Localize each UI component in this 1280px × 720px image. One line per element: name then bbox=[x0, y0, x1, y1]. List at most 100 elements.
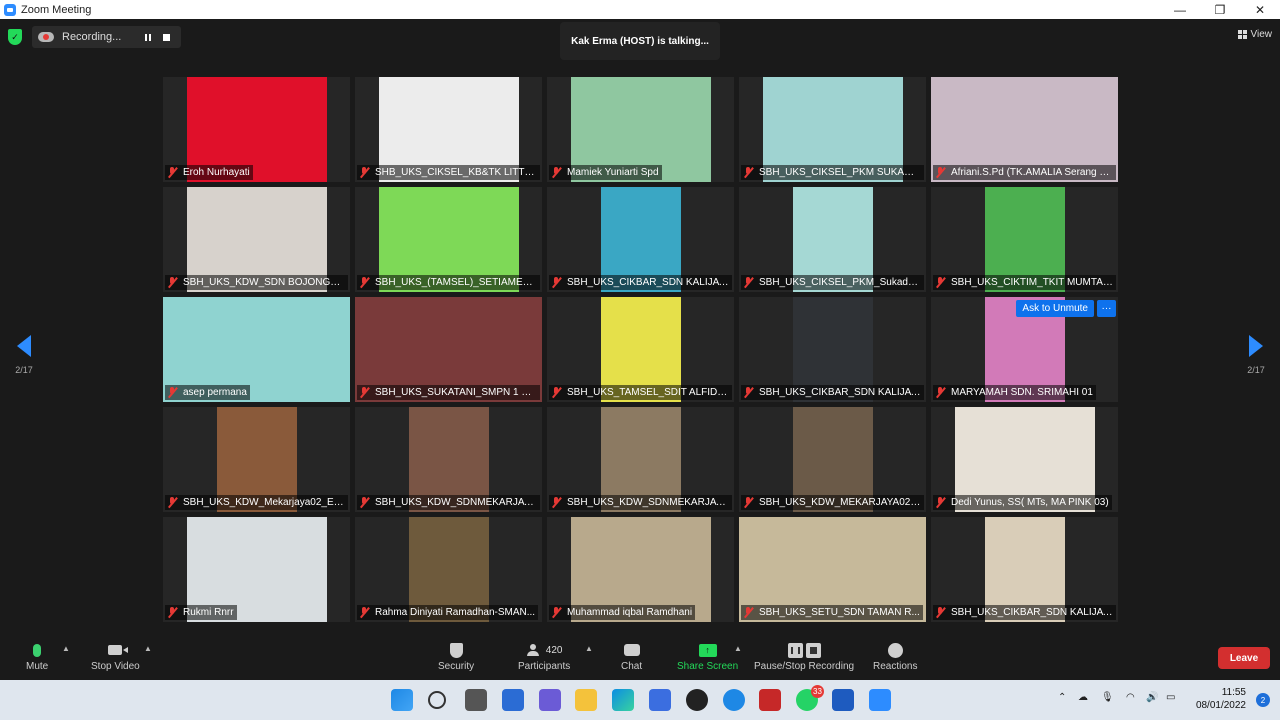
participant-tile[interactable]: Afriani.S.Pd (TK.AMALIA Serang Ba... bbox=[931, 77, 1118, 182]
participant-tile[interactable]: Muhammad iqbal Ramdhani bbox=[547, 517, 734, 622]
ask-to-unmute-button[interactable]: Ask to Unmute bbox=[1016, 300, 1094, 317]
participant-tile[interactable]: SBH_UKS_(TAMSEL)_SETIAMEKAR... bbox=[355, 187, 542, 292]
battery-icon[interactable]: ▭ bbox=[1166, 692, 1175, 703]
muted-mic-icon bbox=[551, 387, 562, 398]
minimize-button[interactable]: — bbox=[1160, 0, 1200, 19]
notifications-badge[interactable]: 2 bbox=[1256, 693, 1270, 707]
audio-options-caret[interactable]: ▲ bbox=[62, 644, 70, 653]
recording-controls-icon bbox=[787, 642, 821, 658]
view-button[interactable]: View bbox=[1237, 25, 1272, 43]
word-icon[interactable] bbox=[832, 689, 854, 711]
participant-tile[interactable]: Rukmi Rnrr bbox=[163, 517, 350, 622]
stop-video-button[interactable]: Stop Video bbox=[91, 639, 140, 672]
share-options-caret[interactable]: ▲ bbox=[734, 644, 742, 653]
muted-mic-icon bbox=[935, 607, 946, 618]
reactions-smiley-icon bbox=[887, 642, 903, 658]
participant-tile[interactable]: SBH_UKS_KDW_SDNMEKARJAYA0... bbox=[547, 407, 734, 512]
participant-tile[interactable]: asep permana bbox=[163, 297, 350, 402]
video-options-caret[interactable]: ▲ bbox=[144, 644, 152, 653]
file-explorer-icon[interactable] bbox=[575, 689, 597, 711]
participant-nameplate: SBH_UKS_KDW_SDNMEKARJAYA0... bbox=[357, 495, 540, 510]
microsoft-store-icon[interactable] bbox=[649, 689, 671, 711]
pause-recording-button[interactable] bbox=[139, 28, 157, 46]
whatsapp-icon[interactable]: 33 bbox=[796, 685, 824, 711]
edge-browser-icon[interactable] bbox=[612, 689, 634, 711]
windows-start-icon[interactable] bbox=[391, 689, 413, 711]
stop-recording-button[interactable] bbox=[157, 28, 175, 46]
mcafee-icon[interactable] bbox=[759, 689, 781, 711]
teams-chat-icon[interactable] bbox=[539, 689, 561, 711]
participant-tile[interactable]: SBH_UKS_SETU_SDN TAMAN R... bbox=[739, 517, 926, 622]
wifi-icon[interactable]: ◠ bbox=[1126, 692, 1135, 703]
security-button[interactable]: Security bbox=[438, 639, 474, 672]
reactions-button[interactable]: Reactions bbox=[873, 639, 917, 672]
participant-tile[interactable]: SBH_UKS_KDW_SDN BOJONGSA... bbox=[163, 187, 350, 292]
more-options-button[interactable]: ··· bbox=[1097, 300, 1116, 317]
close-button[interactable]: ✕ bbox=[1240, 0, 1280, 19]
pause-stop-recording-button[interactable]: Pause/Stop Recording bbox=[754, 639, 854, 672]
participant-name: SBH_UKS_CIKBAR_SDN KALIJAYA_... bbox=[759, 387, 921, 398]
zoom-taskbar-icon[interactable] bbox=[869, 689, 891, 711]
participant-tile[interactable]: SBH_UKS_KDW_SDNMEKARJAYA0... bbox=[355, 407, 542, 512]
leave-button[interactable]: Leave bbox=[1218, 647, 1270, 669]
github-icon[interactable] bbox=[686, 689, 708, 711]
system-clock[interactable]: 11:55 08/01/2022 bbox=[1196, 686, 1246, 712]
participant-tile[interactable]: SBH_UKS_TAMSEL_SDIT ALFIDAA_... bbox=[547, 297, 734, 402]
participant-tile[interactable]: SHB_UKS_CIKSEL_KB&TK LITTLE B... bbox=[355, 77, 542, 182]
mute-button[interactable]: Mute bbox=[26, 639, 48, 672]
participant-tile[interactable]: SBH_UKS_CIKBAR_SDN KALIJAYA ... bbox=[931, 517, 1118, 622]
volume-icon[interactable]: 🔊 bbox=[1146, 692, 1158, 703]
participant-name: Dedi Yunus, SS( MTs, MA PINK 03) bbox=[951, 497, 1109, 508]
zoom-app-icon bbox=[4, 3, 16, 16]
participant-name: SBH_UKS_KDW_MEKARJAYA02_SI... bbox=[759, 497, 921, 508]
muted-mic-icon bbox=[743, 387, 754, 398]
updates-icon[interactable] bbox=[723, 689, 745, 711]
participant-name: Rahma Diniyati Ramadhan-SMAN... bbox=[375, 607, 536, 618]
participants-label: Participants bbox=[518, 661, 571, 672]
participant-tile[interactable]: Rahma Diniyati Ramadhan-SMAN... bbox=[355, 517, 542, 622]
participant-tile[interactable]: SBH_UKS_CIKSEL_PKM_Sukadami... bbox=[739, 187, 926, 292]
participant-tile[interactable]: Dedi Yunus, SS( MTs, MA PINK 03) bbox=[931, 407, 1118, 512]
participant-tile[interactable]: MARYAMAH SDN. SRIMAHI 01 Ask to Unmute ··· bbox=[931, 297, 1118, 402]
mute-label: Mute bbox=[26, 661, 49, 672]
share-screen-button[interactable]: ↑ Share Screen bbox=[677, 639, 738, 672]
weather-cloud-icon[interactable]: ☁ bbox=[1078, 692, 1088, 703]
participant-nameplate: asep permana bbox=[165, 385, 250, 400]
participant-nameplate: SBH_UKS_SETU_SDN TAMAN R... bbox=[741, 605, 923, 620]
encryption-shield-icon[interactable]: ✓ bbox=[8, 29, 22, 45]
participant-name: MARYAMAH SDN. SRIMAHI 01 bbox=[951, 387, 1093, 398]
participant-nameplate: SBH_UKS_SUKATANI_SMPN 1 SU... bbox=[357, 385, 540, 400]
participant-nameplate: Eroh Nurhayati bbox=[165, 165, 253, 180]
tray-microphone-icon[interactable]: 🎙 bbox=[1101, 692, 1114, 703]
participant-tile[interactable]: SBH_UKS_CIKBAR_SDN KALIJAYA_... bbox=[739, 297, 926, 402]
next-page-button[interactable]: 2/17 bbox=[1236, 335, 1276, 375]
participants-options-caret[interactable]: ▲ bbox=[585, 644, 593, 653]
task-view-icon[interactable] bbox=[465, 689, 487, 711]
muted-mic-icon bbox=[167, 387, 178, 398]
participant-tile[interactable]: SBH_UKS_CIKBAR_SDN KALIJAYA ... bbox=[547, 187, 734, 292]
muted-mic-icon bbox=[167, 167, 178, 178]
participant-nameplate: SBH_UKS_KDW_SDNMEKARJAYA0... bbox=[549, 495, 732, 510]
participant-tile[interactable]: Eroh Nurhayati bbox=[163, 77, 350, 182]
participant-name: SBH_UKS_TAMSEL_SDIT ALFIDAA_... bbox=[567, 387, 729, 398]
participant-nameplate: Dedi Yunus, SS( MTs, MA PINK 03) bbox=[933, 495, 1112, 510]
participant-name: SBH_UKS_SUKATANI_SMPN 1 SU... bbox=[375, 387, 537, 398]
previous-page-button[interactable]: 2/17 bbox=[4, 335, 44, 375]
participants-button[interactable]: 420 Participants bbox=[518, 639, 570, 672]
participant-tile[interactable]: SBH_UKS_CIKSEL_PKM SUKADAM... bbox=[739, 77, 926, 182]
participant-tile[interactable]: Mamiek Yuniarti Spd bbox=[547, 77, 734, 182]
participant-nameplate: SBH_UKS_KDW_MEKARJAYA02_SI... bbox=[741, 495, 924, 510]
participant-tile[interactable]: SBH_UKS_SUKATANI_SMPN 1 SU... bbox=[355, 297, 542, 402]
search-icon[interactable] bbox=[428, 691, 446, 709]
participant-tile[interactable]: SBH_UKS_KDW_MEKARJAYA02_SI... bbox=[739, 407, 926, 512]
maximize-button[interactable]: ❐ bbox=[1200, 0, 1240, 19]
chat-button[interactable]: Chat bbox=[621, 639, 642, 672]
participant-name: SBH_UKS_CIKBAR_SDN KALIJAYA ... bbox=[567, 277, 729, 288]
muted-mic-icon bbox=[935, 167, 946, 178]
recording-indicator: Recording... bbox=[32, 26, 182, 48]
participant-tile[interactable]: SBH_UKS_CIKTIM_TKIT MUMTAZ_... bbox=[931, 187, 1118, 292]
tray-chevron-icon[interactable]: ⌃ bbox=[1058, 692, 1066, 703]
widgets-icon[interactable] bbox=[502, 689, 524, 711]
microphone-icon bbox=[33, 643, 42, 657]
participant-tile[interactable]: SBH_UKS_KDW_Mekarjaya02_Ene... bbox=[163, 407, 350, 512]
